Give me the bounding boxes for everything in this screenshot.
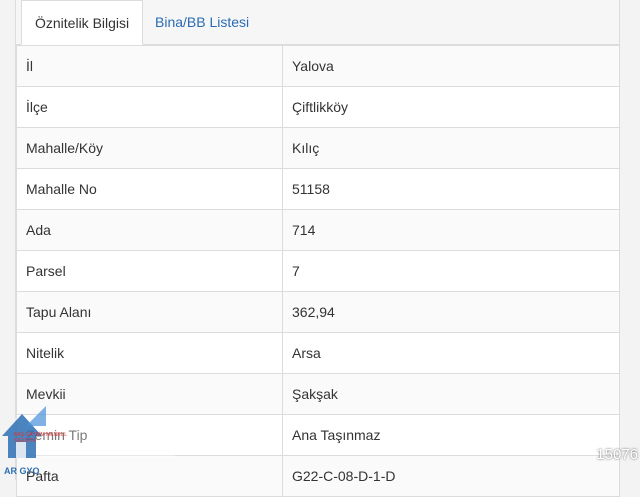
row-value: Yalova: [282, 45, 620, 87]
table-row: Parsel 7: [16, 250, 620, 292]
row-label: Mahalle/Köy: [16, 127, 283, 169]
table-row: Ada 714: [16, 209, 620, 251]
table-row: İl Yalova: [16, 45, 620, 87]
table-row: Tapu Alanı 362,94: [16, 291, 620, 333]
row-label: İl: [16, 45, 283, 87]
table-row: Mahalle No 51158: [16, 168, 620, 210]
row-label: Parsel: [16, 250, 283, 292]
row-value: Kılıç: [282, 127, 620, 169]
watermark-line-2: SİGORTA: [14, 438, 37, 444]
watermark-brand: AR GYO: [4, 466, 40, 476]
table-row: İlçe Çiftlikköy: [16, 86, 620, 128]
table-row: Pafta G22-C-08-D-1-D: [16, 455, 620, 497]
row-value: G22-C-08-D-1-D: [282, 455, 620, 497]
row-label: Mevkii: [16, 373, 283, 415]
tab-bina-bb-listesi[interactable]: Bina/BB Listesi: [142, 0, 262, 44]
row-value: Şakşak: [282, 373, 620, 415]
row-label: İlçe: [16, 86, 283, 128]
row-value: 362,94: [282, 291, 620, 333]
row-label: Ada: [16, 209, 283, 251]
watermark-text: BAŞ GAYRİM MENKUL SİGORTA: [14, 432, 67, 444]
row-value: 714: [282, 209, 620, 251]
row-label: Mahalle No: [16, 168, 283, 210]
tab-bar: Öznitelik Bilgisi Bina/BB Listesi: [16, 0, 619, 45]
table-row: Mevkii Şakşak: [16, 373, 620, 415]
row-value: Ana Taşınmaz: [282, 414, 620, 456]
tab-oznitelik-bilgisi[interactable]: Öznitelik Bilgisi: [21, 0, 144, 45]
row-label: Tapu Alanı: [16, 291, 283, 333]
row-value: 51158: [282, 168, 620, 210]
corner-number: 15076: [596, 446, 638, 463]
row-label: Pafta: [16, 455, 283, 497]
row-value: Arsa: [282, 332, 620, 374]
row-value: 7: [282, 250, 620, 292]
attribute-panel: Öznitelik Bilgisi Bina/BB Listesi İl Yal…: [15, 0, 620, 497]
table-row: Mahalle/Köy Kılıç: [16, 127, 620, 169]
table-row: Nitelik Arsa: [16, 332, 620, 374]
row-label: Nitelik: [16, 332, 283, 374]
row-value: Çiftlikköy: [282, 86, 620, 128]
